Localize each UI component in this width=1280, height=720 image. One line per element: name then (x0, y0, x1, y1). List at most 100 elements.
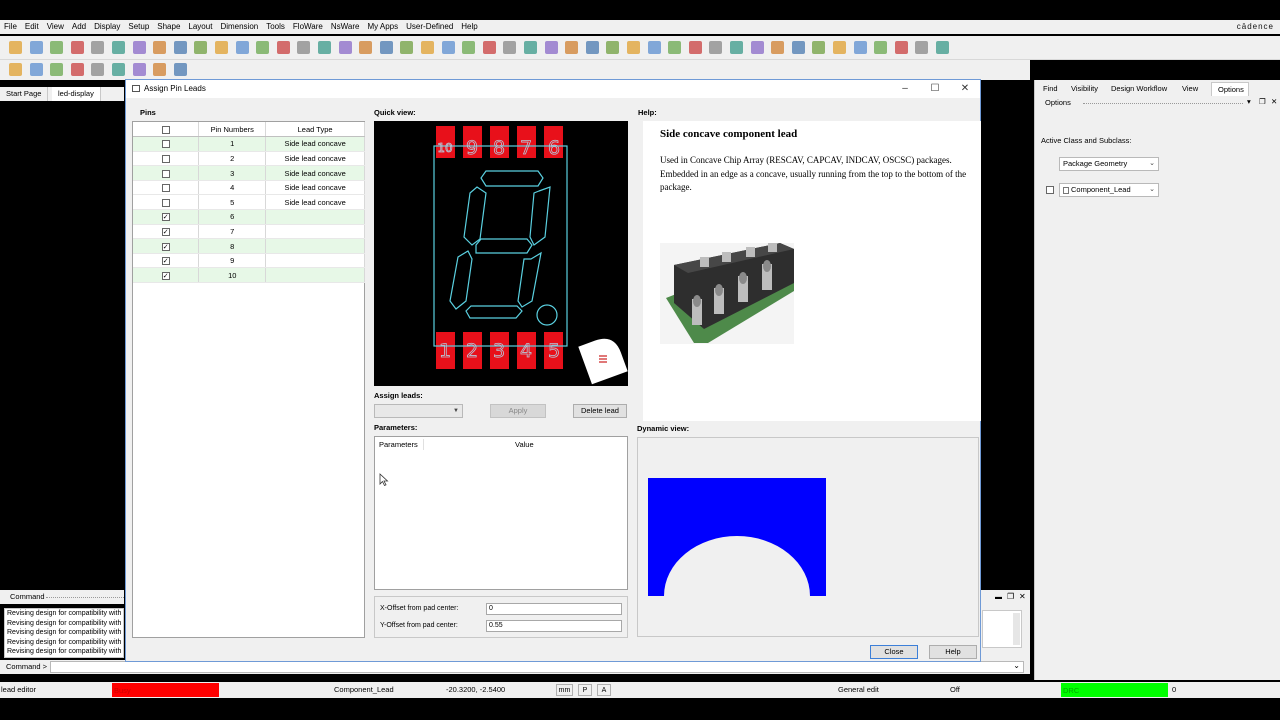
help-button[interactable]: Help (929, 645, 977, 659)
close-button[interactable]: Close (870, 645, 918, 659)
units-button[interactable]: mm (556, 684, 573, 696)
toolbar-button-icon[interactable] (544, 41, 558, 54)
pin-checkbox[interactable] (161, 140, 170, 149)
header-parameters[interactable]: Parameters (379, 440, 418, 449)
menu-view[interactable]: View (43, 20, 68, 34)
menu-my-apps[interactable]: My Apps (363, 20, 402, 34)
tab-options[interactable]: Options (1211, 82, 1249, 96)
subclass-checkbox[interactable] (1046, 186, 1054, 194)
pin-checkbox[interactable] (161, 154, 170, 163)
toolbar-button-icon[interactable] (936, 41, 949, 54)
toolbar-button-icon[interactable] (91, 41, 105, 54)
float-icon[interactable]: ❐ (1259, 97, 1266, 106)
menu-user-defined[interactable]: User-Defined (402, 20, 457, 34)
toolbar-button-icon[interactable] (215, 41, 228, 54)
toolbar-button-icon[interactable] (668, 41, 682, 54)
toolbar-button-icon[interactable] (29, 63, 43, 76)
toolbar-button-icon[interactable] (153, 63, 167, 76)
table-row[interactable]: 5 Side lead concave (133, 194, 365, 211)
menu-tools[interactable]: Tools (262, 20, 289, 34)
command-input[interactable]: ⌄ (50, 661, 1024, 673)
toolbar-button-icon[interactable] (750, 41, 764, 54)
toolbar-button-icon[interactable] (606, 41, 620, 54)
toolbar-button-icon[interactable] (894, 41, 908, 54)
toolbar-button-icon[interactable] (112, 63, 125, 76)
toolbar-button-icon[interactable] (482, 41, 496, 54)
tab-design-workflow[interactable]: Design Workflow (1111, 82, 1167, 96)
table-row[interactable]: 1 Side lead concave (133, 136, 365, 152)
toolbar-button-icon[interactable] (132, 63, 146, 76)
menu-nsware[interactable]: NsWare (327, 20, 364, 34)
toolbar-button-icon[interactable] (462, 41, 476, 54)
toolbar-button-icon[interactable] (50, 41, 64, 54)
chevron-down-icon[interactable]: ⌄ (1013, 661, 1020, 670)
table-row[interactable]: ✓ 8 (133, 238, 365, 254)
menu-add[interactable]: Add (68, 20, 90, 34)
menu-dimension[interactable]: Dimension (216, 20, 262, 34)
header-lead-type[interactable]: Lead Type (265, 122, 365, 138)
close-icon[interactable]: ✕ (1019, 592, 1026, 601)
tab-led-display[interactable]: led-display (52, 87, 101, 101)
toolbar-button-icon[interactable] (256, 41, 270, 54)
menu-help[interactable]: Help (457, 20, 481, 34)
table-row[interactable]: 4 Side lead concave (133, 180, 365, 196)
menu-floware[interactable]: FloWare (289, 20, 327, 34)
toolbar-button-icon[interactable] (132, 41, 146, 54)
close-icon[interactable]: ✕ (950, 80, 980, 98)
delete-lead-button[interactable]: Delete lead (573, 404, 627, 418)
subclass-select[interactable]: Component_Lead ⌄ (1059, 183, 1159, 197)
toolbar-button-icon[interactable] (318, 41, 331, 54)
pin-checkbox[interactable]: ✓ (161, 227, 170, 236)
toolbar-button-icon[interactable] (421, 41, 434, 54)
toolbar-button-icon[interactable] (50, 63, 64, 76)
pin-checkbox[interactable] (161, 184, 170, 193)
command-log-scroll-area[interactable] (982, 610, 1022, 648)
float-icon[interactable]: ❐ (1007, 592, 1014, 601)
table-row[interactable]: ✓ 9 (133, 253, 365, 269)
quick-view-canvas[interactable]: 10 9 8 7 6 1 2 3 4 5 (374, 121, 628, 386)
toolbar-button-icon[interactable] (812, 41, 826, 54)
tab-find[interactable]: Find (1043, 82, 1058, 96)
toolbar-button-icon[interactable] (709, 41, 723, 54)
pin-checkbox[interactable] (161, 198, 170, 207)
toolbar-button-icon[interactable] (297, 41, 311, 54)
class-select[interactable]: Package Geometry ⌄ (1059, 157, 1159, 171)
toolbar-button-icon[interactable] (91, 63, 105, 76)
pin-icon[interactable]: ▾ (1247, 97, 1251, 106)
header-value[interactable]: Value (515, 440, 534, 449)
close-icon[interactable]: ✕ (1271, 97, 1277, 106)
toolbar-button-icon[interactable] (235, 41, 249, 54)
toolbar-button-icon[interactable] (29, 41, 43, 54)
scrollbar[interactable] (1013, 613, 1020, 645)
table-row[interactable]: ✓ 6 (133, 209, 365, 225)
pin-checkbox[interactable] (161, 169, 170, 178)
toolbar-button-icon[interactable] (688, 41, 702, 54)
toolbar-button-icon[interactable] (379, 41, 393, 54)
toolbar-button-icon[interactable] (853, 41, 867, 54)
menu-file[interactable]: File (0, 20, 21, 34)
header-select-all[interactable] (133, 122, 200, 138)
x-offset-input[interactable]: 0 (486, 603, 622, 615)
p-button[interactable]: P (578, 684, 592, 696)
table-row[interactable]: 3 Side lead concave (133, 165, 365, 181)
toolbar-button-icon[interactable] (627, 41, 640, 54)
toolbar-button-icon[interactable] (338, 41, 352, 54)
header-pin-numbers[interactable]: Pin Numbers (198, 122, 267, 138)
apply-button[interactable]: Apply (490, 404, 546, 418)
tab-view[interactable]: View (1182, 82, 1198, 96)
tab-start-page[interactable]: Start Page (0, 87, 49, 101)
table-row[interactable]: 2 Side lead concave (133, 151, 365, 167)
toolbar-button-icon[interactable] (441, 41, 455, 54)
toolbar-button-icon[interactable] (9, 41, 22, 54)
toolbar-button-icon[interactable] (9, 63, 22, 76)
pin-checkbox[interactable]: ✓ (161, 213, 170, 222)
toolbar-button-icon[interactable] (70, 41, 84, 54)
menu-setup[interactable]: Setup (124, 20, 153, 34)
a-button[interactable]: A (597, 684, 611, 696)
assign-leads-select[interactable]: ▼ (374, 404, 463, 418)
menu-layout[interactable]: Layout (184, 20, 216, 34)
minimize-icon[interactable]: ▬ (995, 594, 1002, 601)
menu-shape[interactable]: Shape (153, 20, 184, 34)
toolbar-button-icon[interactable] (524, 41, 537, 54)
parameters-table[interactable]: Parameters Value (374, 436, 628, 590)
